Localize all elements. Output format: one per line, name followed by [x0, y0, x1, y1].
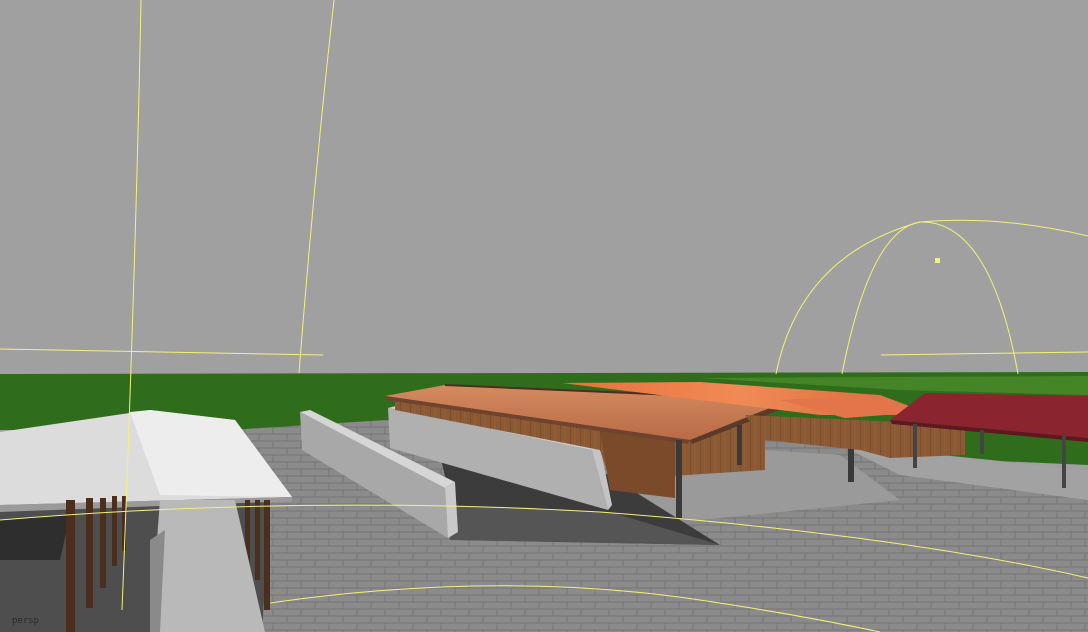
shed-post — [1062, 436, 1066, 488]
shed-post — [676, 440, 682, 518]
sky — [0, 0, 1088, 378]
light-handle-icon[interactable] — [935, 258, 940, 263]
shed-post — [980, 430, 984, 454]
shed-post — [913, 424, 917, 468]
barn-stalls — [0, 515, 70, 560]
scene-render[interactable] — [0, 0, 1088, 632]
shed-post — [737, 425, 742, 465]
3d-viewport[interactable]: persp — [0, 0, 1088, 632]
